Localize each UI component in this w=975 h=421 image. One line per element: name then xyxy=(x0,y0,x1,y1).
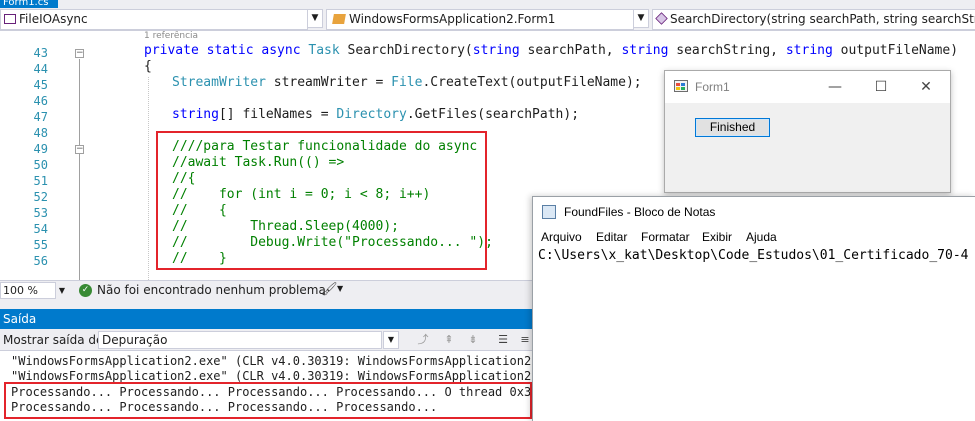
tab-form1-cs[interactable]: Form1.cs xyxy=(0,0,58,8)
output-source-dropdown-arrow[interactable]: ▼ xyxy=(383,331,399,349)
output-line: "WindowsFormsApplication2.exe" (CLR v4.0… xyxy=(11,354,546,368)
line-number: 48 xyxy=(33,126,48,140)
zoom-level-field[interactable]: 100 % xyxy=(0,282,56,299)
next-message-icon[interactable]: ⇟ xyxy=(464,332,482,348)
line-number: 54 xyxy=(33,222,48,236)
codelens-references[interactable]: 1 referência xyxy=(144,31,198,41)
previous-message-icon[interactable]: ⇞ xyxy=(440,332,458,348)
code-line-47: string[] fileNames = Directory.GetFiles(… xyxy=(172,107,579,123)
code-token: File xyxy=(391,75,423,90)
show-output-from-label: Mostrar saída de: xyxy=(3,333,108,347)
indent-guide xyxy=(148,77,149,280)
code-token: StreamWriter xyxy=(172,75,266,90)
output-source-select[interactable]: Depuração xyxy=(98,331,382,349)
line-number: 43 xyxy=(33,46,48,60)
notepad-menu-bar: Arquivo Editar Formatar Exibir Ajuda xyxy=(533,228,975,246)
form1-title: Form1 xyxy=(695,80,730,94)
code-token: SearchDirectory( xyxy=(339,43,473,58)
line-number: 45 xyxy=(33,78,48,92)
form1-title-bar[interactable]: Form1 — ☐ ✕ xyxy=(665,71,950,103)
code-token: outputFileName) xyxy=(832,43,959,58)
project-dropdown-arrow[interactable]: ▼ xyxy=(307,9,323,28)
form1-window[interactable]: Form1 — ☐ ✕ Finished xyxy=(664,70,951,193)
class-dropdown-arrow[interactable]: ▼ xyxy=(633,9,649,28)
code-line-44: { xyxy=(144,59,152,74)
notepad-title-bar[interactable]: FoundFiles - Bloco de Notas xyxy=(533,197,975,227)
code-cleanup-brush-icon[interactable]: 🖌 xyxy=(321,282,338,297)
document-tab-strip xyxy=(0,0,975,8)
line-number-gutter: 43 44 45 46 47 48 49 50 51 52 53 54 55 5… xyxy=(0,31,56,280)
line-number: 51 xyxy=(33,174,48,188)
notepad-window[interactable]: FoundFiles - Bloco de Notas Arquivo Edit… xyxy=(532,196,975,421)
notepad-title: FoundFiles - Bloco de Notas xyxy=(564,205,716,219)
code-token: searchPath, xyxy=(519,43,622,58)
check-circle-icon: ✓ xyxy=(79,284,92,297)
code-token: streamWriter = xyxy=(265,75,392,90)
code-token: string xyxy=(472,43,520,58)
fold-guide-line xyxy=(79,59,80,280)
maximize-button[interactable]: ☐ xyxy=(866,77,896,97)
close-button[interactable]: ✕ xyxy=(911,77,941,97)
highlight-box-output xyxy=(4,382,532,419)
code-token: string xyxy=(172,107,219,122)
code-cleanup-dropdown-arrow[interactable]: ▼ xyxy=(337,284,343,293)
code-token: string xyxy=(785,43,833,58)
csharp-project-icon xyxy=(4,14,16,24)
winforms-app-icon xyxy=(674,80,688,92)
class-dropdown-label: WindowsFormsApplication2.Form1 xyxy=(349,12,556,26)
go-to-location-icon[interactable]: ⤴ xyxy=(414,332,432,348)
class-icon xyxy=(332,14,346,24)
menu-editar[interactable]: Editar xyxy=(596,230,627,244)
project-dropdown-label: FileIOAsync xyxy=(19,12,88,26)
issues-status-text[interactable]: Não foi encontrado nenhum problema xyxy=(97,283,326,297)
code-token: .GetFiles(searchPath); xyxy=(406,107,580,122)
project-dropdown[interactable]: FileIOAsync xyxy=(0,9,308,30)
line-number: 49 xyxy=(33,142,48,156)
line-number: 46 xyxy=(33,94,48,108)
line-number: 50 xyxy=(33,158,48,172)
minimize-button[interactable]: — xyxy=(820,77,850,97)
code-token: private static async xyxy=(144,43,309,58)
editor-navigation-bar: FileIOAsync ▼ WindowsFormsApplication2.F… xyxy=(0,8,975,31)
collapse-method-icon[interactable]: − xyxy=(75,49,84,58)
line-number: 47 xyxy=(33,110,48,124)
member-dropdown[interactable]: SearchDirectory(string searchPath, strin… xyxy=(652,9,975,30)
method-icon xyxy=(655,12,668,25)
line-number: 44 xyxy=(33,62,48,76)
line-number: 52 xyxy=(33,190,48,204)
finished-button[interactable]: Finished xyxy=(695,118,770,137)
code-line-45: StreamWriter streamWriter = File.CreateT… xyxy=(172,75,642,91)
menu-exibir[interactable]: Exibir xyxy=(702,230,732,244)
line-number: 53 xyxy=(33,206,48,220)
class-dropdown[interactable]: WindowsFormsApplication2.Form1 xyxy=(326,9,634,30)
zoom-dropdown-arrow[interactable]: ▼ xyxy=(56,282,68,299)
code-token: .CreateText(outputFileName); xyxy=(422,75,642,90)
code-token: Directory xyxy=(336,107,407,122)
notepad-icon xyxy=(542,205,556,219)
code-token: Task xyxy=(308,43,340,58)
member-dropdown-label: SearchDirectory(string searchPath, strin… xyxy=(670,12,975,26)
code-folding-margin: − − xyxy=(70,31,86,280)
line-number: 56 xyxy=(33,254,48,268)
code-token: searchString, xyxy=(668,43,786,58)
code-token: [] fileNames = xyxy=(218,107,337,122)
menu-arquivo[interactable]: Arquivo xyxy=(541,230,582,244)
menu-formatar[interactable]: Formatar xyxy=(641,230,690,244)
highlight-box-code xyxy=(156,131,487,270)
notepad-text-content[interactable]: C:\Users\x_kat\Desktop\Code_Estudos\01_C… xyxy=(538,248,968,263)
code-token: string xyxy=(621,43,669,58)
collapse-comment-icon[interactable]: − xyxy=(75,145,84,154)
code-line-43: private static async Task SearchDirector… xyxy=(144,43,958,59)
clear-all-icon[interactable]: ☰ xyxy=(494,332,512,348)
line-number: 55 xyxy=(33,238,48,252)
menu-ajuda[interactable]: Ajuda xyxy=(746,230,777,244)
